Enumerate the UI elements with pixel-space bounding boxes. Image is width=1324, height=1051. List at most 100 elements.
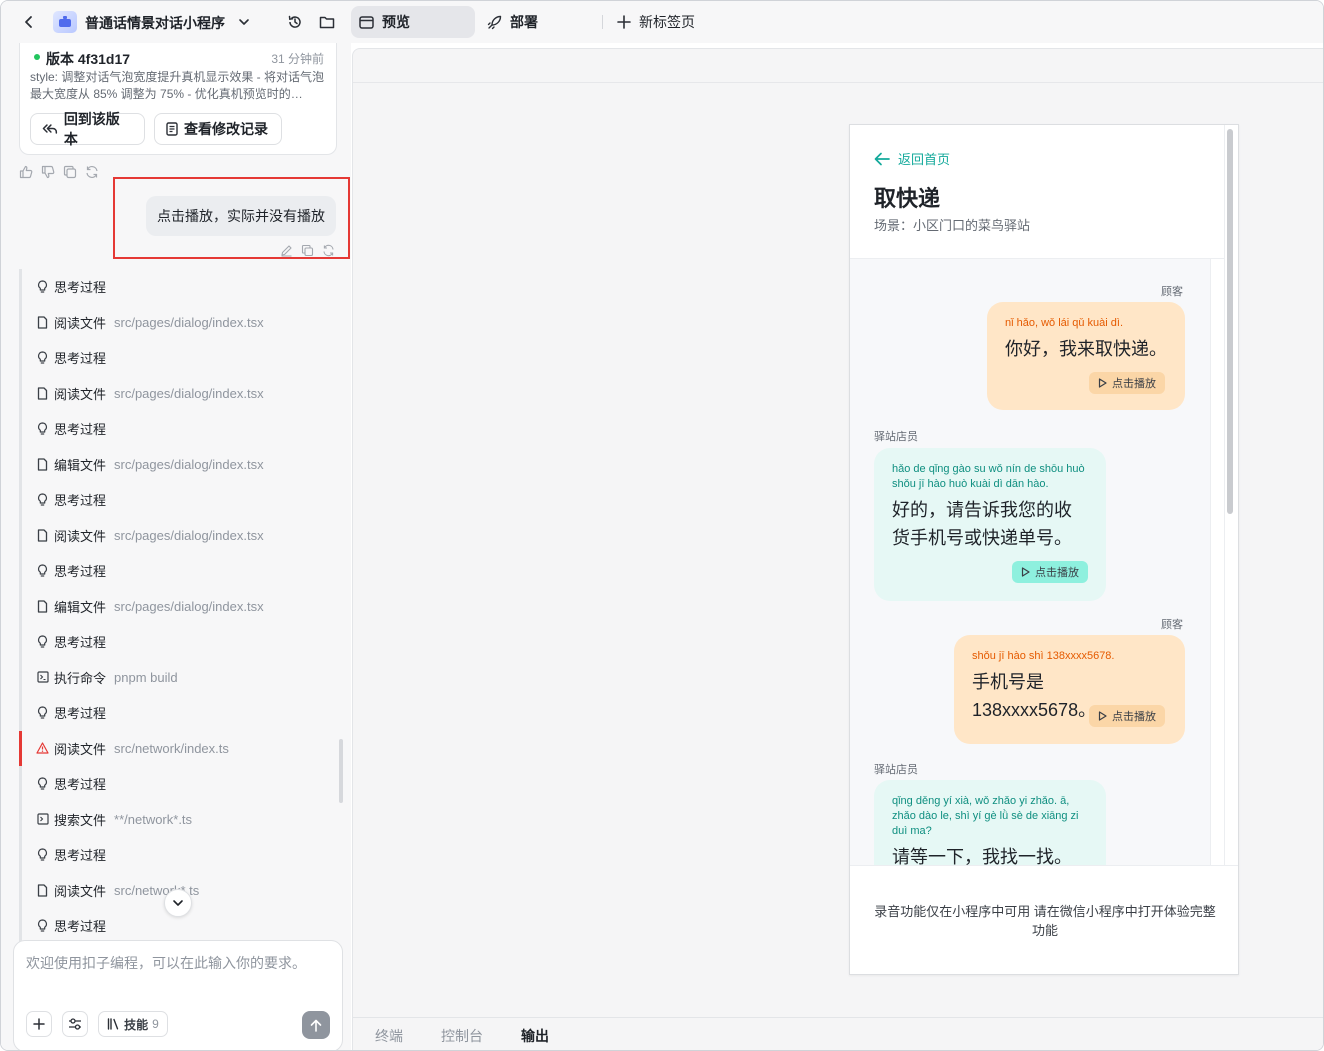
divider (1224, 125, 1225, 974)
bulb-icon (36, 351, 49, 364)
chevron-left-icon (25, 16, 32, 28)
preview-icon (359, 15, 374, 29)
step-label: 思考过程 (54, 564, 107, 580)
play-button[interactable]: 点击播放 (1089, 372, 1165, 394)
step-item[interactable]: 阅读文件 src/network/index.ts (19, 730, 341, 766)
phone-preview: 返回首页 取快递 场景：小区门口的菜鸟驿站 顾客 nǐ hǎo, wǒ lái … (849, 124, 1239, 975)
dialog-list: 顾客 nǐ hǎo, wǒ lái qǔ kuài dì. 你好，我来取快递。 … (850, 259, 1210, 865)
step-item[interactable]: 思考过程 (19, 411, 341, 447)
step-path: src/pages/dialog/index.tsx (114, 456, 264, 472)
step-path: pnpm build (114, 669, 178, 685)
bottom-tabs: 终端 控制台 输出 (353, 1017, 1323, 1050)
step-item[interactable]: 思考过程 (19, 695, 341, 731)
step-item[interactable]: 思考过程 (19, 624, 341, 660)
arrow-up-icon (310, 1019, 322, 1032)
send-button[interactable] (302, 1011, 330, 1039)
phone-header: 返回首页 取快递 场景：小区门口的菜鸟驿站 (850, 125, 1224, 259)
scene-description: 场景：小区门口的菜鸟驿站 (874, 218, 1031, 233)
plus-icon (617, 15, 631, 29)
step-label: 阅读文件 (54, 315, 107, 331)
search-file-icon (36, 813, 49, 826)
chinese-text: 请等一下，我找一找。 (892, 847, 1072, 865)
document-icon (166, 122, 178, 136)
step-label: 思考过程 (54, 280, 107, 296)
skills-button[interactable]: 技能 9 (98, 1011, 168, 1037)
step-label: 阅读文件 (54, 386, 107, 402)
version-card: 版本 4f31d17 31 分钟前 style: 调整对话气泡宽度提升真机显示效… (19, 43, 337, 155)
changelog-label: 查看修改记录 (184, 121, 268, 137)
feedback-bar (19, 165, 99, 179)
chinese-text: 你好，我来取快递。 (1005, 339, 1167, 359)
history-icon[interactable] (282, 9, 308, 35)
app-window: 普通话情景对话小程序 预览 部署 新标签页 版本 4f31d17 31 分钟前 (0, 0, 1324, 1051)
step-item[interactable]: 思考过程 (19, 837, 341, 873)
tab-new[interactable]: 新标签页 (609, 6, 729, 38)
step-item[interactable]: 思考过程 (19, 482, 341, 518)
scrollbar[interactable] (339, 739, 343, 803)
chevron-down-icon[interactable] (235, 11, 253, 33)
bulb-icon (36, 635, 49, 648)
step-item[interactable]: 阅读文件 src/pages/dialog/index.tsx (19, 304, 341, 340)
step-item[interactable]: 阅读文件 src/pages/dialog/index.tsx (19, 517, 341, 553)
step-label: 搜索文件 (54, 812, 107, 828)
step-item[interactable]: 搜索文件 **/network*.ts (19, 801, 341, 837)
regenerate-icon[interactable] (85, 165, 99, 179)
recording-notice: 录音功能仅在小程序中可用 请在微信小程序中打开体验完整功能 (850, 865, 1238, 974)
restore-label: 回到该版本 (63, 111, 120, 147)
role-label: 顾客 (1161, 286, 1183, 298)
step-item[interactable]: 执行命令 pnpm build (19, 659, 341, 695)
step-item[interactable]: 思考过程 (19, 553, 341, 589)
retry-icon[interactable] (322, 244, 335, 257)
step-label: 思考过程 (54, 848, 107, 864)
copy-icon[interactable] (301, 244, 314, 257)
project-title[interactable]: 普通话情景对话小程序 (85, 13, 225, 33)
settings-button[interactable] (62, 1011, 88, 1037)
step-label: 阅读文件 (54, 883, 107, 899)
thumbs-down-icon[interactable] (41, 165, 55, 179)
tab-output[interactable]: 输出 (521, 1026, 549, 1046)
role-label: 驿站店员 (874, 431, 918, 443)
restore-version-button[interactable]: 回到该版本 (30, 111, 145, 147)
file-icon (36, 316, 49, 329)
bulb-icon (36, 564, 49, 577)
step-label: 思考过程 (54, 706, 107, 722)
step-label: 编辑文件 (54, 457, 107, 473)
step-item[interactable]: 思考过程 (19, 340, 341, 376)
back-home-link[interactable]: 返回首页 (874, 149, 950, 168)
thumbs-up-icon[interactable] (19, 165, 33, 179)
add-button[interactable] (26, 1011, 52, 1037)
back-button[interactable] (15, 9, 43, 35)
skills-count: 9 (152, 1017, 159, 1031)
step-item[interactable]: 思考过程 (19, 766, 341, 802)
arrow-left-icon (874, 152, 890, 165)
message-tools (280, 244, 335, 257)
edit-icon[interactable] (280, 244, 293, 257)
scroll-to-bottom-button[interactable] (164, 889, 192, 917)
step-item[interactable]: 思考过程 (19, 269, 341, 305)
user-message-bubble: 点击播放，实际并没有播放 (146, 196, 336, 236)
tab-console[interactable]: 控制台 (441, 1026, 483, 1046)
bulb-icon (36, 280, 49, 293)
copy-icon[interactable] (63, 165, 77, 179)
scene-title: 取快递 (874, 186, 941, 211)
folder-icon[interactable] (314, 9, 340, 35)
prompt-input[interactable] (26, 953, 326, 993)
step-item[interactable]: 编辑文件 src/pages/dialog/index.tsx (19, 446, 341, 482)
step-path: src/pages/dialog/index.tsx (114, 527, 264, 543)
play-label: 点击播放 (1112, 378, 1156, 390)
view-changelog-button[interactable]: 查看修改记录 (154, 113, 282, 145)
step-label: 编辑文件 (54, 599, 107, 615)
play-button[interactable]: 点击播放 (1089, 705, 1165, 727)
role-label: 驿站店员 (874, 764, 918, 776)
step-item[interactable]: 编辑文件 src/pages/dialog/index.tsx (19, 588, 341, 624)
step-label: 思考过程 (54, 919, 107, 935)
tab-deploy[interactable]: 部署 (479, 6, 589, 38)
step-item[interactable]: 阅读文件 src/pages/dialog/index.tsx (19, 375, 341, 411)
tab-terminal[interactable]: 终端 (375, 1026, 403, 1046)
top-bar: 普通话情景对话小程序 预览 部署 新标签页 (1, 1, 1323, 43)
phone-scrollbar[interactable] (1227, 129, 1233, 514)
staff-bubble: qǐng děng yí xià, wǒ zhǎo yi zhǎo. ā, zh… (874, 780, 1106, 865)
tab-preview[interactable]: 预览 (351, 6, 475, 38)
step-label: 思考过程 (54, 777, 107, 793)
play-button[interactable]: 点击播放 (1012, 561, 1088, 583)
